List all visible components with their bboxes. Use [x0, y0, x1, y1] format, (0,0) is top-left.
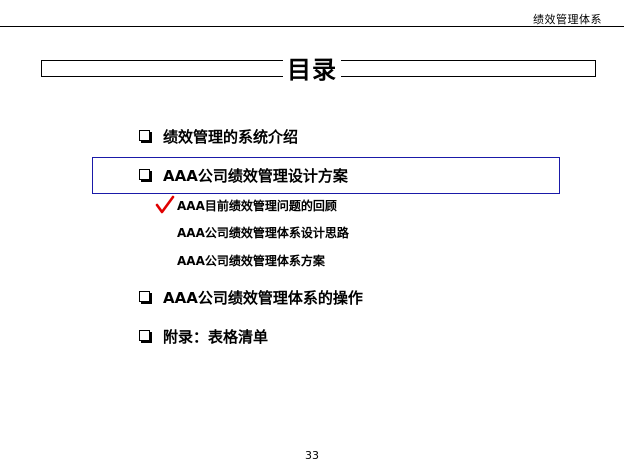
header-rule	[0, 26, 624, 27]
toc-item-label: AAA公司绩效管理设计方案	[163, 167, 348, 185]
toc-item-operation[interactable]: AAA公司绩效管理体系的操作	[139, 288, 363, 308]
page-number: 33	[305, 449, 319, 462]
toc-item-system-intro[interactable]: 绩效管理的系统介绍	[139, 127, 298, 147]
checkmark-icon	[155, 195, 175, 214]
square-bullet-icon	[139, 330, 150, 341]
toc-item-label: 绩效管理的系统介绍	[163, 128, 299, 146]
square-bullet-icon	[139, 130, 150, 141]
page-title-text: 目录	[283, 56, 341, 84]
toc-item-label: AAA公司绩效管理体系的操作	[163, 289, 363, 307]
toc-subitem-design-approach[interactable]: AAA公司绩效管理体系设计思路	[177, 225, 349, 241]
toc-item-appendix[interactable]: 附录：表格清单	[139, 327, 268, 347]
toc-item-design-plan[interactable]: AAA公司绩效管理设计方案	[139, 166, 348, 186]
toc-item-label: 附录：表格清单	[163, 328, 269, 346]
header-title: 绩效管理体系	[533, 13, 602, 26]
square-bullet-icon	[139, 291, 150, 302]
toc-subitem-system-plan[interactable]: AAA公司绩效管理体系方案	[177, 253, 325, 269]
toc-subitem-problem-review[interactable]: AAA目前绩效管理问题的回顾	[177, 198, 337, 214]
square-bullet-icon	[139, 169, 150, 180]
page-title: 目录	[0, 50, 624, 85]
